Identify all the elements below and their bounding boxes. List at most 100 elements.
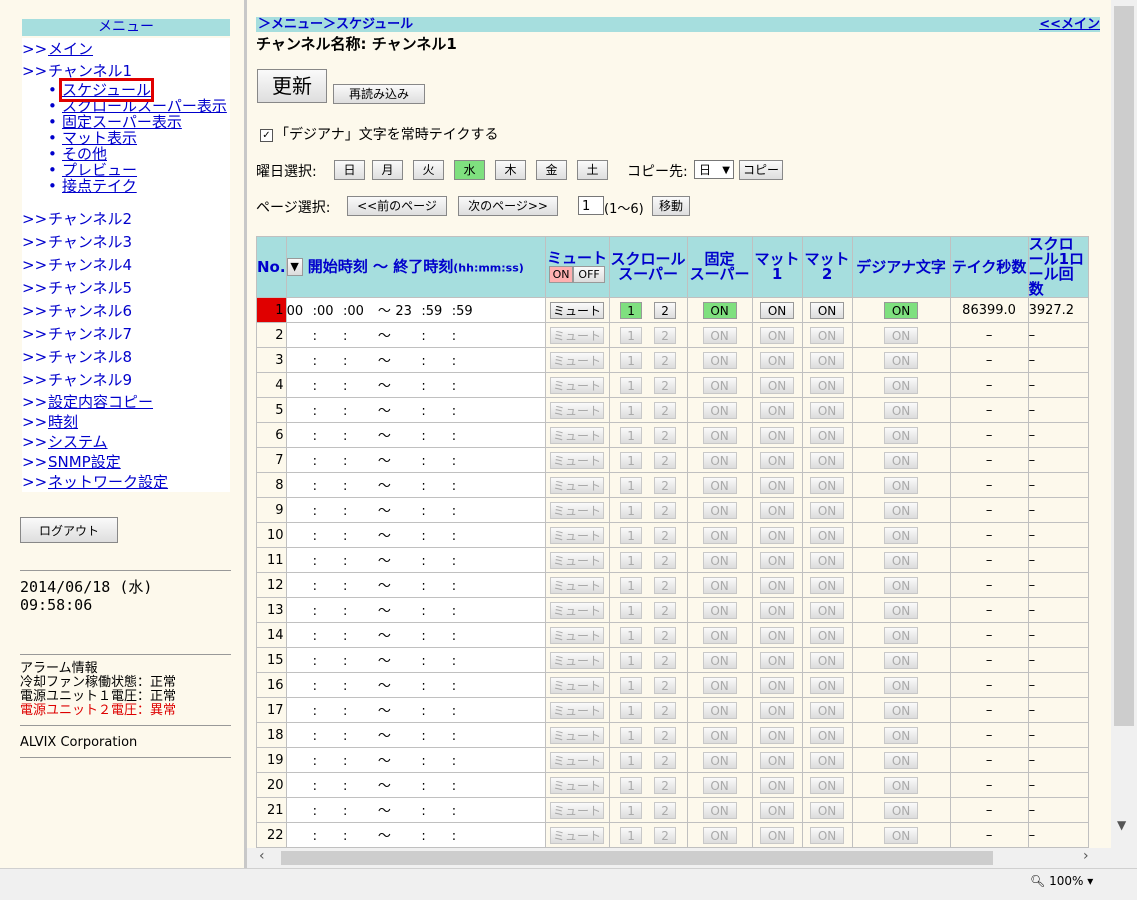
digiana-on-button[interactable]: ON (884, 701, 919, 719)
mat1-on-button[interactable]: ON (760, 301, 795, 319)
row-number[interactable]: 9 (256, 497, 287, 523)
day-button[interactable]: 金 (536, 160, 567, 180)
scroll-1-button[interactable]: 1 (620, 501, 643, 519)
scroll-2-button[interactable]: 2 (654, 576, 677, 594)
scroll-1-button[interactable]: 1 (620, 426, 643, 444)
scroll-1-button[interactable]: 1 (620, 451, 643, 469)
scroll-1-button[interactable]: 1 (620, 776, 643, 794)
time-field[interactable] (395, 601, 422, 621)
time-field[interactable] (425, 526, 452, 546)
fixed-on-button[interactable]: ON (702, 526, 737, 544)
mat2-on-button[interactable]: ON (810, 476, 845, 494)
mute-button[interactable]: ミュート (550, 401, 605, 419)
mat1-on-button[interactable]: ON (760, 576, 795, 594)
mat2-on-button[interactable]: ON (810, 801, 845, 819)
row-number[interactable]: 14 (256, 622, 287, 648)
time-field[interactable] (425, 551, 452, 571)
mat2-on-button[interactable]: ON (810, 701, 845, 719)
time-field[interactable] (425, 351, 452, 371)
time-field[interactable] (347, 626, 374, 646)
scroll-2-button[interactable]: 2 (654, 301, 677, 319)
mat2-on-button[interactable]: ON (810, 676, 845, 694)
mat1-on-button[interactable]: ON (760, 526, 795, 544)
time-field[interactable] (316, 501, 343, 521)
mat1-on-button[interactable]: ON (760, 326, 795, 344)
time-field[interactable] (287, 501, 313, 521)
fixed-on-button[interactable]: ON (702, 751, 737, 769)
time-field[interactable] (347, 426, 374, 446)
row-number[interactable]: 19 (256, 747, 287, 773)
time-field[interactable] (347, 451, 374, 471)
time-field[interactable]: 59 (425, 301, 452, 321)
time-field[interactable] (395, 451, 422, 471)
sort-down-icon[interactable]: ▼ (286, 258, 303, 276)
mat1-on-button[interactable]: ON (760, 551, 795, 569)
mat2-on-button[interactable]: ON (810, 826, 845, 844)
time-range-cell[interactable]: :: 〜:: (285, 397, 546, 423)
time-field[interactable] (456, 326, 483, 346)
scroll-1-button[interactable]: 1 (620, 401, 643, 419)
mat2-on-button[interactable]: ON (810, 401, 845, 419)
scroll-1-button[interactable]: 1 (620, 351, 643, 369)
next-page-button[interactable]: 次のページ>> (458, 196, 558, 216)
mute-button[interactable]: ミュート (550, 726, 605, 744)
back-to-main-link[interactable]: <<メイン (1039, 17, 1100, 32)
time-field[interactable] (316, 426, 343, 446)
mat1-on-button[interactable]: ON (760, 376, 795, 394)
row-number[interactable]: 7 (256, 447, 287, 473)
time-field[interactable] (456, 701, 483, 721)
time-field[interactable] (395, 801, 422, 821)
scroll-2-button[interactable]: 2 (654, 651, 677, 669)
time-field[interactable] (456, 676, 483, 696)
vertical-scrollbar[interactable]: ▼ (1111, 0, 1137, 868)
time-field[interactable] (347, 551, 374, 571)
mute-all-off-button[interactable]: OFF (573, 266, 606, 283)
menu-link[interactable]: >>設定内容コピー (22, 392, 230, 412)
time-field[interactable] (425, 801, 452, 821)
day-button[interactable]: 日 (334, 160, 365, 180)
mat2-on-button[interactable]: ON (810, 726, 845, 744)
day-button[interactable]: 月 (372, 160, 403, 180)
scroll-2-button[interactable]: 2 (654, 801, 677, 819)
row-number[interactable]: 20 (256, 772, 287, 798)
time-range-cell[interactable]: :: 〜:: (285, 647, 546, 673)
mute-button[interactable]: ミュート (550, 801, 605, 819)
mat2-on-button[interactable]: ON (810, 351, 845, 369)
time-range-cell[interactable]: :: 〜:: (285, 572, 546, 598)
fixed-on-button[interactable]: ON (702, 651, 737, 669)
menu-link[interactable]: >>システム (22, 432, 230, 452)
time-field[interactable] (287, 376, 313, 396)
mat2-on-button[interactable]: ON (810, 501, 845, 519)
time-field[interactable] (425, 401, 452, 421)
time-field[interactable] (395, 376, 422, 396)
submenu-item[interactable]: • スケジュール (48, 78, 230, 102)
time-field[interactable] (316, 651, 343, 671)
scroll-right-icon[interactable]: › (1083, 848, 1089, 864)
time-field[interactable] (456, 476, 483, 496)
mute-button[interactable]: ミュート (550, 826, 605, 844)
fixed-on-button[interactable]: ON (702, 401, 737, 419)
mat1-on-button[interactable]: ON (760, 751, 795, 769)
mat2-on-button[interactable]: ON (810, 376, 845, 394)
scroll-2-button[interactable]: 2 (654, 676, 677, 694)
time-field[interactable] (456, 601, 483, 621)
time-range-cell[interactable]: :: 〜:: (285, 347, 546, 373)
mat2-on-button[interactable]: ON (810, 426, 845, 444)
time-range-cell[interactable]: 00:00:00 〜 23:59:59 (285, 297, 546, 323)
time-field[interactable] (316, 701, 343, 721)
row-number[interactable]: 16 (256, 672, 287, 698)
fixed-on-button[interactable]: ON (702, 776, 737, 794)
mute-button[interactable]: ミュート (550, 351, 605, 369)
mute-button[interactable]: ミュート (550, 751, 605, 769)
day-button[interactable]: 水 (454, 160, 485, 180)
scroll-2-button[interactable]: 2 (654, 826, 677, 844)
submenu-item[interactable]: • その他 (48, 146, 230, 162)
mute-button[interactable]: ミュート (550, 476, 605, 494)
scroll-1-button[interactable]: 1 (620, 326, 643, 344)
time-field[interactable] (287, 426, 313, 446)
time-field[interactable] (425, 726, 452, 746)
time-field[interactable] (347, 351, 374, 371)
mute-button[interactable]: ミュート (550, 676, 605, 694)
digiana-on-button[interactable]: ON (884, 626, 919, 644)
row-number[interactable]: 8 (256, 472, 287, 498)
